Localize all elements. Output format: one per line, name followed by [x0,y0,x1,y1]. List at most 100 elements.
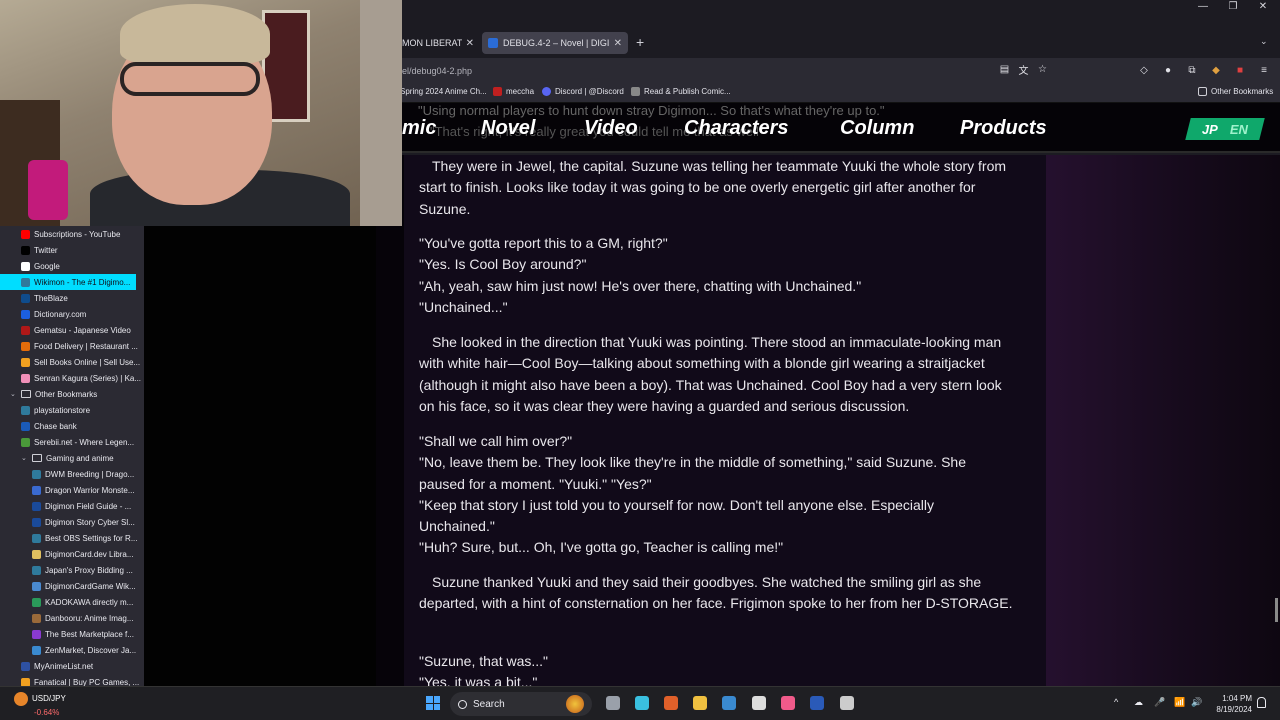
bookmark-label: Spring 2024 Anime Ch... [400,87,487,96]
sidebar-bookmark[interactable]: The Best Marketplace f... [0,626,144,642]
tab-monster-liberator[interactable]: MON LIBERATOR ✕ [396,32,480,54]
sidebar-bookmark[interactable]: Dictionary.com [0,306,144,322]
microphone-icon[interactable]: 🎤 [1154,697,1165,708]
lang-en[interactable]: EN [1230,122,1248,137]
text-line: "Huh? Sure, but... Oh, I've gotta go, Te… [419,539,784,556]
copilot-icon[interactable] [635,696,649,710]
translate-icon[interactable]: 文 [1017,63,1030,77]
nav-novel[interactable]: Novel [481,117,535,140]
nav-video[interactable]: Video [584,117,638,140]
list-all-tabs-icon[interactable]: ⌄ [1260,36,1268,47]
sidebar-bookmark[interactable]: Fanatical | Buy PC Games, ... [0,674,144,686]
sidebar-bookmark[interactable]: Digimon Field Guide - ... [0,498,144,514]
nav-characters[interactable]: Characters [684,117,789,140]
sidebar-bookmark[interactable]: KADOKAWA directly m... [0,594,144,610]
menu-icon[interactable]: ≡ [1256,63,1272,77]
cloud-icon[interactable]: ☁ [1134,697,1143,708]
sidebar-bookmark[interactable]: Sell Books Online | Sell Use... [0,354,144,370]
sidebar-bookmark[interactable]: DigimonCard.dev Libra... [0,546,144,562]
sidebar-item-label: Food Delivery | Restaurant ... [34,341,138,351]
nav-column[interactable]: Column [840,117,914,140]
sidebar-bookmark[interactable]: Food Delivery | Restaurant ... [0,338,144,354]
folder-icon [32,454,42,462]
minimize-button[interactable]: — [1188,0,1218,14]
sidebar-bookmark[interactable]: Danbooru: Anime Imag... [0,610,144,626]
sidebar-item-label: Twitter [34,245,58,255]
tab-close-icon[interactable]: ✕ [614,38,622,49]
url-bar[interactable]: el/debug04-2.php [402,66,472,76]
alien-icon[interactable] [752,696,766,710]
volume-icon[interactable]: 🔊 [1191,697,1202,708]
taskbar-clock[interactable]: 1:04 PM 8/19/2024 [1212,693,1252,715]
sidebar-bookmark[interactable]: Wikimon - The #1 Digimo... [0,274,136,290]
page-scrollbar-thumb[interactable] [1275,598,1278,622]
sidebar-bookmark[interactable]: Best OBS Settings for R... [0,530,144,546]
sidebar-bookmark[interactable]: Digimon Story Cyber Sl... [0,514,144,530]
nav-comic[interactable]: mic [402,117,436,140]
comic-icon [631,87,640,96]
sidebar-folder[interactable]: ⌄ Other Bookmarks [0,386,144,402]
bookmark-discord[interactable]: Discord | @Discord [542,87,624,96]
chevron-down-icon[interactable]: ⌄ [10,390,19,398]
sidebar-bookmark[interactable]: Dragon Warrior Monste... [0,482,144,498]
chevron-down-icon[interactable]: ⌄ [21,454,30,462]
start-button-windows-icon[interactable] [426,696,440,710]
bookmark-star-icon[interactable]: ☆ [1036,63,1049,76]
nav-products[interactable]: Products [960,117,1047,140]
extension-red-icon[interactable]: ■ [1232,63,1248,77]
taskbar-search[interactable]: Search [450,692,592,716]
sidebar-bookmark[interactable]: ZenMarket, Discover Ja... [0,642,144,658]
store-icon[interactable] [722,696,736,710]
tab-close-icon[interactable]: ✕ [466,38,474,49]
bookmark-meccha[interactable]: meccha [493,87,534,96]
tab-title: MON LIBERATOR [402,38,462,48]
restore-button[interactable]: ❐ [1218,0,1248,14]
sidebar-bookmark[interactable]: Japan's Proxy Bidding ... [0,562,144,578]
reader-view-icon[interactable]: ▤ [998,63,1011,76]
sidebar-bookmark[interactable]: Senran Kagura (Series) | Ka... [0,370,144,386]
sidebar-bookmark[interactable]: playstationstore [0,402,144,418]
bookmark-read-publish-comic[interactable]: Read & Publish Comic... [631,87,731,96]
obs-icon[interactable] [840,696,854,710]
tab-debug-novel[interactable]: DEBUG.4-2 – Novel | DIGIMON ✕ [482,32,628,54]
new-tab-button[interactable]: + [636,34,644,50]
sidebar-bookmark[interactable]: Gematsu - Japanese Video [0,322,144,338]
bookmark-label: meccha [506,87,535,96]
stock-ticker-widget[interactable]: USD/JPY -0.64% [14,692,66,717]
wifi-icon[interactable]: 📶 [1174,697,1185,708]
sidebar-bookmark[interactable]: Chase bank [0,418,144,434]
account-icon[interactable]: ● [1160,63,1176,77]
itunes-icon[interactable] [781,696,795,710]
text-line: paused for a moment. "Yuuki." "Yes?" [419,475,652,492]
sidebar-bookmark[interactable]: MyAnimeList.net [0,658,144,674]
books-icon [21,357,30,367]
lang-jp[interactable]: JP [1202,122,1218,137]
sidebar-bookmark[interactable]: DWM Breeding | Drago... [0,466,144,482]
show-hidden-icons[interactable]: ^ [1114,697,1118,707]
pocket-icon[interactable]: ◇ [1136,63,1152,77]
sidebar-bookmark[interactable]: DigimonCardGame Wik... [0,578,144,594]
close-window-button[interactable]: ✕ [1248,0,1278,14]
sidebar-bookmark[interactable]: Serebii.net - Where Legen... [0,434,144,450]
card-icon [32,549,41,559]
word-icon[interactable] [810,696,824,710]
bookmark-other-bookmarks[interactable]: Other Bookmarks [1198,87,1273,96]
file-explorer-icon[interactable] [693,696,707,710]
language-switch[interactable]: JP EN [1185,118,1265,140]
notification-bell-icon[interactable] [1257,697,1266,708]
sidebar-bookmark[interactable]: Subscriptions - YouTube [0,226,144,242]
extension-fox-icon[interactable]: ◆ [1208,63,1224,77]
task-view-icon[interactable] [606,696,620,710]
search-icon [458,699,467,709]
paragraph-4: "Shall we call him over?" "No, leave the… [419,431,1019,559]
extensions-icon[interactable]: ⧉ [1184,63,1200,77]
firefox-icon[interactable] [664,696,678,710]
sidebar-bookmark[interactable]: TheBlaze [0,290,144,306]
search-highlight-icon [566,695,584,713]
sidebar-bookmark[interactable]: Twitter [0,242,144,258]
bookmark-spring-anime[interactable]: Spring 2024 Anime Ch... [400,87,487,96]
sidebar-folder[interactable]: ⌄ Gaming and anime [0,450,144,466]
sidebar-bookmark[interactable]: Google [0,258,144,274]
market-icon [32,629,41,639]
g-icon [32,517,41,527]
